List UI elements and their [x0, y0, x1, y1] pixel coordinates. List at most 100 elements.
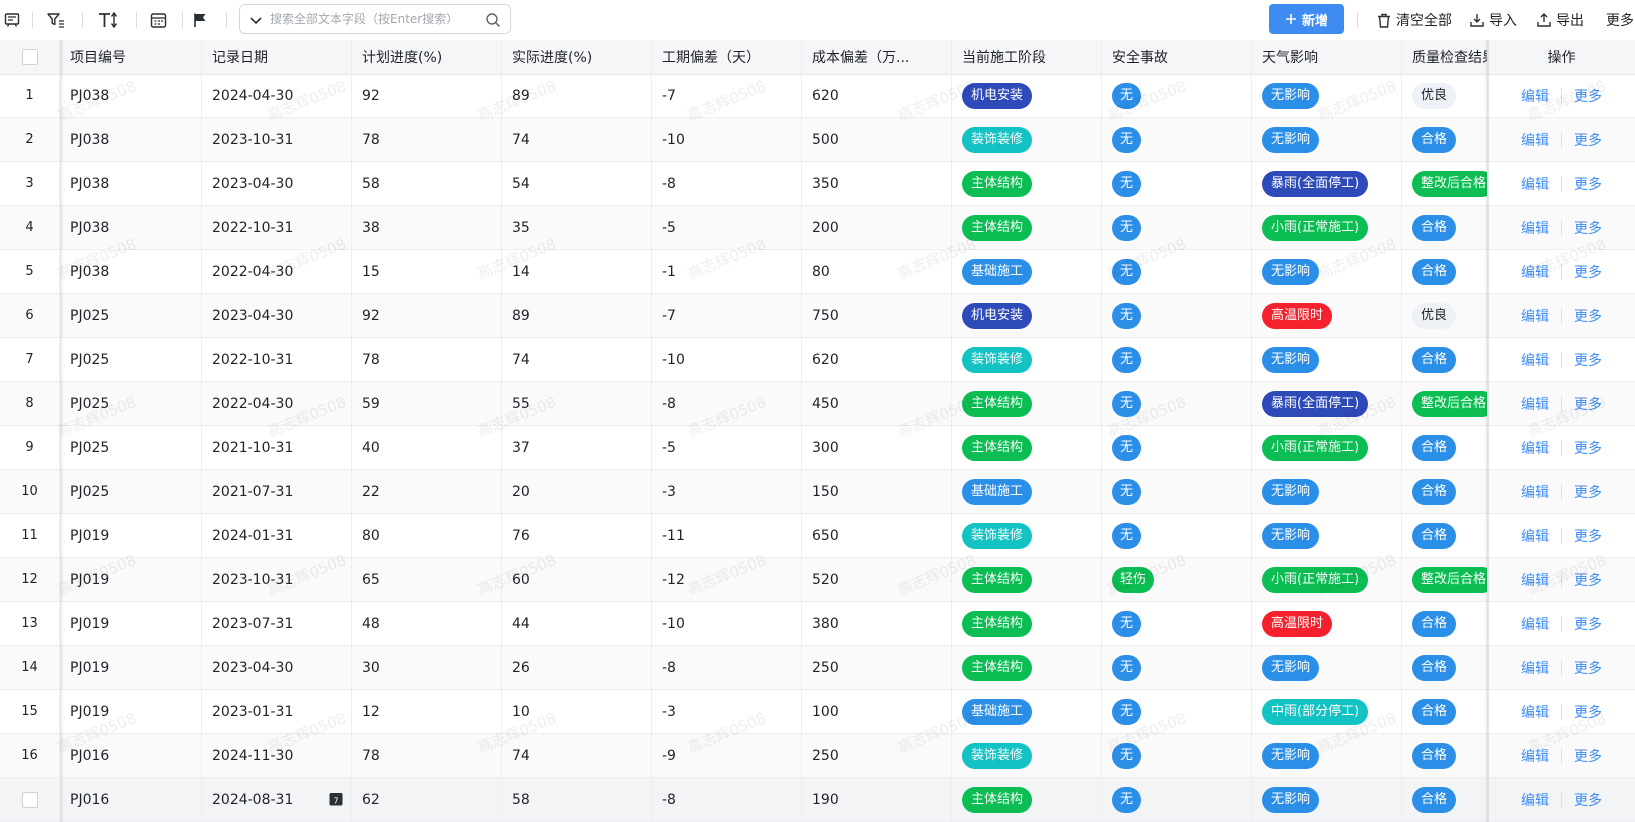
edit-link[interactable]: 编辑: [1521, 86, 1549, 106]
filter-icon[interactable]: [46, 10, 66, 30]
more-link[interactable]: 更多: [1574, 350, 1602, 370]
table-row[interactable]: 16 PJ016 2024-11-30 78 74 -9 250 装饰装修 无 无影响 合格 编辑 更多: [0, 734, 1635, 778]
table-row[interactable]: 12 PJ019 2023-10-31 65 60 -12 520 主体结构 轻伤 小雨(正常施工…: [0, 558, 1635, 602]
record-date-cell[interactable]: 2023-04-30: [202, 294, 352, 337]
safety-incident-tag[interactable]: 无: [1112, 390, 1142, 417]
table-row[interactable]: 1 PJ038 2024-04-30 92 89 -7 620 机电安装 无 无影响 优良 编辑 更多: [0, 74, 1635, 118]
more-link[interactable]: 更多: [1574, 306, 1602, 326]
clear-all-button[interactable]: 清空全部: [1377, 9, 1452, 31]
record-date-cell[interactable]: 2022-04-30: [202, 382, 352, 425]
project-id-cell[interactable]: PJ019: [60, 558, 202, 601]
quality-result-tag[interactable]: 整改后合格: [1412, 390, 1487, 417]
construction-stage-tag[interactable]: 装饰装修: [962, 346, 1033, 373]
more-link[interactable]: 更多: [1574, 614, 1602, 634]
edit-link[interactable]: 编辑: [1521, 746, 1549, 766]
record-date-cell[interactable]: 2023-10-31: [202, 118, 352, 161]
actual-progress-cell[interactable]: 74: [502, 118, 652, 161]
construction-stage-cell[interactable]: 主体结构: [952, 382, 1102, 425]
schedule-deviation-cell[interactable]: -8: [652, 382, 802, 425]
construction-stage-cell[interactable]: 基础施工: [952, 470, 1102, 513]
more-link[interactable]: 更多: [1574, 218, 1602, 238]
row-checkbox[interactable]: [21, 791, 38, 808]
planned-progress-cell[interactable]: 38: [352, 206, 502, 249]
cost-deviation-cell[interactable]: 620: [802, 74, 952, 117]
weather-impact-cell[interactable]: 无影响: [1252, 118, 1402, 161]
project-id-cell[interactable]: PJ025: [60, 382, 202, 425]
actual-progress-cell[interactable]: 20: [502, 470, 652, 513]
weather-impact-tag[interactable]: 无影响: [1262, 742, 1320, 769]
planned-progress-cell[interactable]: 92: [352, 294, 502, 337]
edit-link[interactable]: 编辑: [1521, 702, 1549, 722]
construction-stage-tag[interactable]: 主体结构: [962, 170, 1033, 197]
planned-progress-cell[interactable]: 58: [352, 162, 502, 205]
construction-stage-cell[interactable]: 主体结构: [952, 778, 1102, 821]
cost-deviation-cell[interactable]: 650: [802, 514, 952, 557]
project-id-cell[interactable]: PJ038: [60, 118, 202, 161]
table-row[interactable]: 8 PJ025 2022-04-30 59 55 -8 450 主体结构 无 暴雨(全面停工) 整改…: [0, 382, 1635, 426]
quality-result-tag[interactable]: 整改后合格: [1412, 566, 1487, 593]
safety-incident-tag[interactable]: 无: [1112, 170, 1142, 197]
actual-progress-cell[interactable]: 44: [502, 602, 652, 645]
schedule-deviation-cell[interactable]: -3: [652, 470, 802, 513]
quality-result-cell[interactable]: 合格: [1402, 778, 1488, 821]
schedule-deviation-cell[interactable]: -3: [652, 690, 802, 733]
table-row[interactable]: 5 PJ038 2022-04-30 15 14 -1 80 基础施工 无 无影响 合格 编辑 更多: [0, 250, 1635, 294]
table-row[interactable]: 11 PJ019 2024-01-31 80 76 -11 650 装饰装修 无 无影响 合格 编辑 更…: [0, 514, 1635, 558]
safety-incident-tag[interactable]: 无: [1112, 786, 1142, 813]
construction-stage-tag[interactable]: 主体结构: [962, 654, 1033, 681]
quality-result-tag[interactable]: 合格: [1412, 214, 1457, 241]
more-link[interactable]: 更多: [1574, 526, 1602, 546]
more-link[interactable]: 更多: [1574, 438, 1602, 458]
weather-impact-cell[interactable]: 无影响: [1252, 734, 1402, 777]
record-date-cell[interactable]: 2021-10-31: [202, 426, 352, 469]
planned-progress-cell[interactable]: 78: [352, 734, 502, 777]
row-index-cell[interactable]: 10: [0, 470, 60, 513]
safety-incident-tag[interactable]: 无: [1112, 302, 1142, 329]
schedule-deviation-cell[interactable]: -7: [652, 74, 802, 117]
safety-incident-cell[interactable]: 无: [1102, 426, 1252, 469]
row-index-cell[interactable]: 5: [0, 250, 60, 293]
edit-link[interactable]: 编辑: [1521, 218, 1549, 238]
quality-result-tag[interactable]: 合格: [1412, 742, 1457, 769]
actual-progress-cell[interactable]: 74: [502, 338, 652, 381]
record-date-cell[interactable]: 2022-10-31: [202, 338, 352, 381]
quality-result-cell[interactable]: 合格: [1402, 338, 1488, 381]
planned-progress-cell[interactable]: 12: [352, 690, 502, 733]
edit-link[interactable]: 编辑: [1521, 482, 1549, 502]
quality-result-cell[interactable]: 整改后合格: [1402, 558, 1488, 601]
actual-progress-cell[interactable]: 55: [502, 382, 652, 425]
safety-incident-cell[interactable]: 无: [1102, 734, 1252, 777]
table-row[interactable]: 15 PJ019 2023-01-31 12 10 -3 100 基础施工 无 中雨(部分停工) 合…: [0, 690, 1635, 734]
column-header[interactable]: 工期偏差（天）: [652, 40, 802, 74]
actual-progress-cell[interactable]: 74: [502, 734, 652, 777]
edit-link[interactable]: 编辑: [1521, 130, 1549, 150]
edit-link[interactable]: 编辑: [1521, 570, 1549, 590]
actual-progress-cell[interactable]: 60: [502, 558, 652, 601]
quality-result-cell[interactable]: 合格: [1402, 734, 1488, 777]
schedule-deviation-cell[interactable]: -1: [652, 250, 802, 293]
record-date-cell[interactable]: 2022-04-30: [202, 250, 352, 293]
construction-stage-tag[interactable]: 装饰装修: [962, 126, 1033, 153]
actual-progress-cell[interactable]: 54: [502, 162, 652, 205]
row-index-cell[interactable]: 2: [0, 118, 60, 161]
search-icon[interactable]: [485, 12, 501, 28]
quality-result-cell[interactable]: 合格: [1402, 470, 1488, 513]
project-id-cell[interactable]: PJ025: [60, 294, 202, 337]
weather-impact-cell[interactable]: 小雨(正常施工): [1252, 426, 1402, 469]
safety-incident-tag[interactable]: 无: [1112, 258, 1142, 285]
record-date-cell[interactable]: 2023-07-31: [202, 602, 352, 645]
construction-stage-cell[interactable]: 基础施工: [952, 690, 1102, 733]
safety-incident-cell[interactable]: 无: [1102, 690, 1252, 733]
planned-progress-cell[interactable]: 48: [352, 602, 502, 645]
column-header[interactable]: 当前施工阶段: [952, 40, 1102, 74]
construction-stage-cell[interactable]: 主体结构: [952, 602, 1102, 645]
more-link[interactable]: 更多: [1574, 702, 1602, 722]
column-header[interactable]: 天气影响: [1252, 40, 1402, 74]
actual-progress-cell[interactable]: 58: [502, 778, 652, 821]
weather-impact-tag[interactable]: 暴雨(全面停工): [1262, 390, 1369, 417]
cost-deviation-cell[interactable]: 150: [802, 470, 952, 513]
safety-incident-tag[interactable]: 无: [1112, 610, 1142, 637]
sort-text-icon[interactable]: [96, 10, 120, 30]
table-row[interactable]: 7 PJ025 2022-10-31 78 74 -10 620 装饰装修 无 无影响 合格 编辑 更多: [0, 338, 1635, 382]
record-date-cell[interactable]: 2023-04-30: [202, 646, 352, 689]
